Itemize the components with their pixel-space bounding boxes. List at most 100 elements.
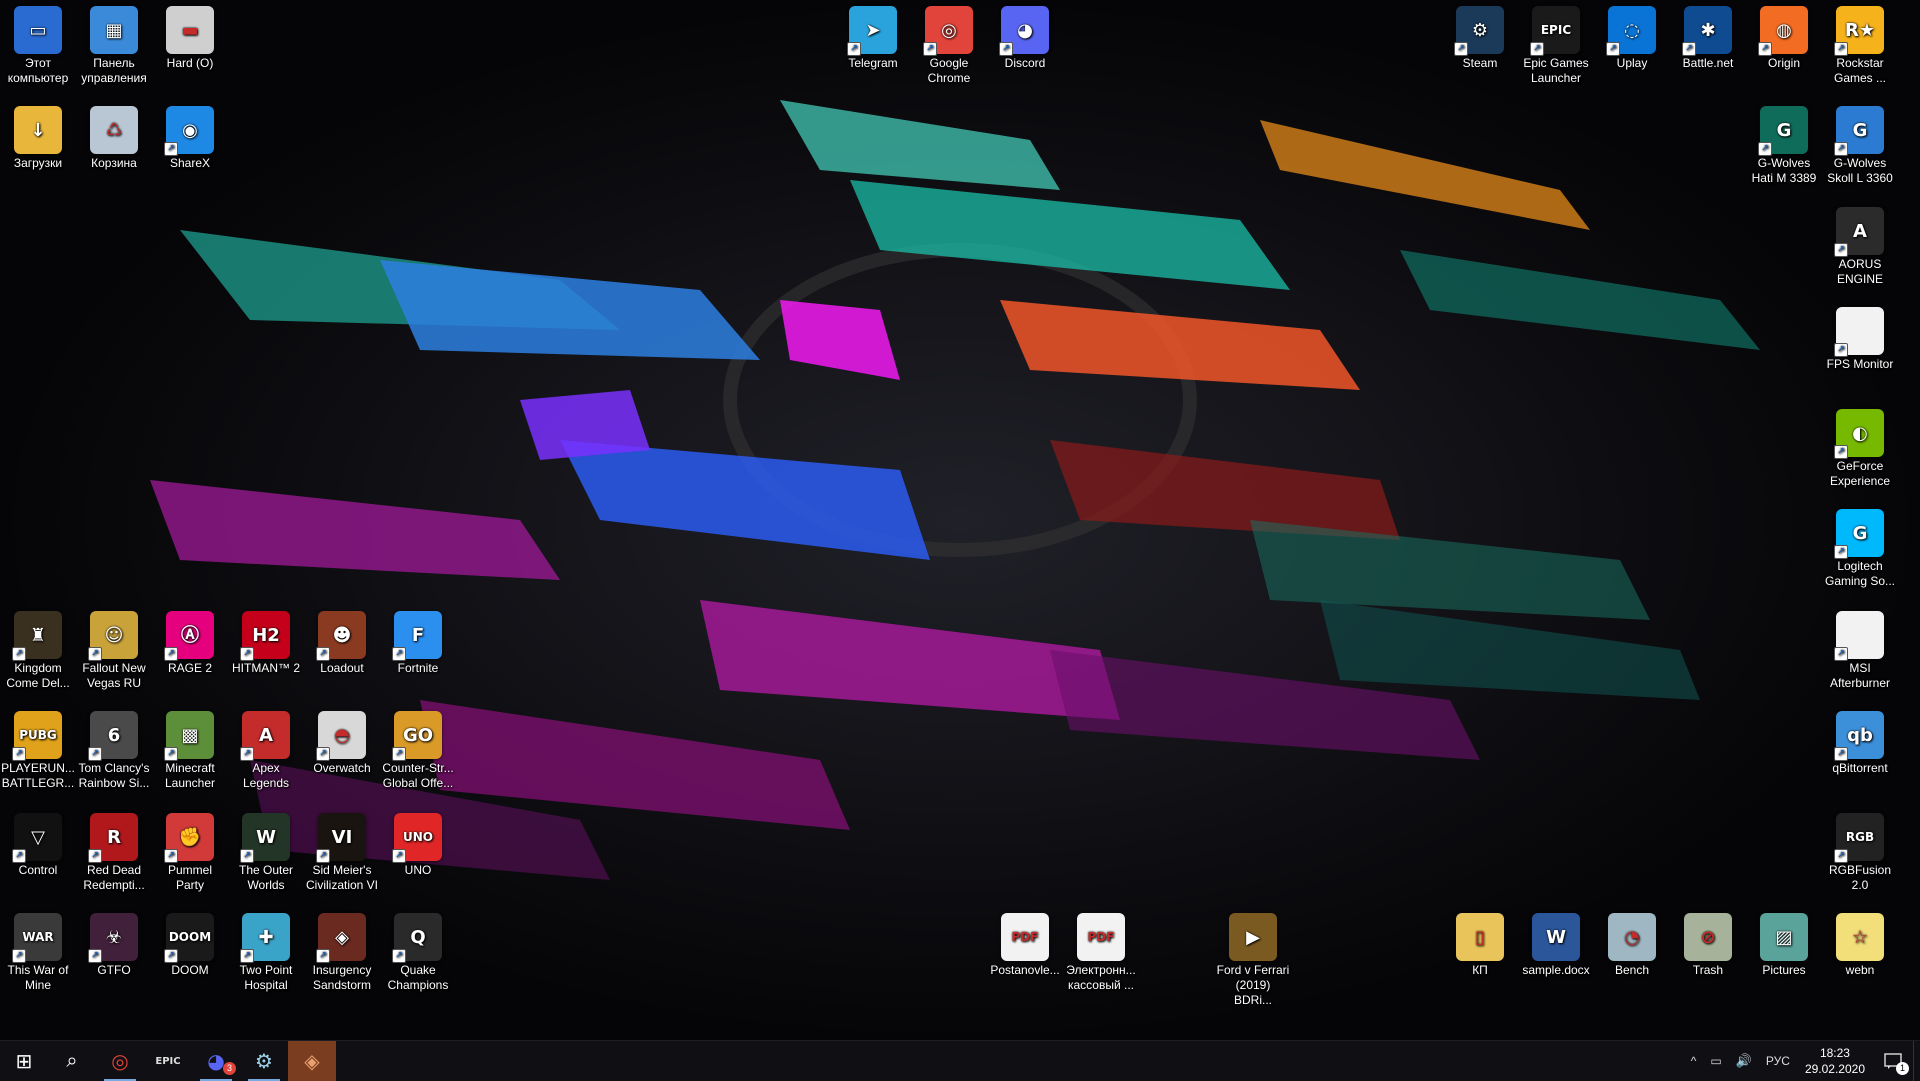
label-line-1: Control <box>18 863 58 877</box>
desktop-icon-control-panel[interactable]: ▦ Панель управления <box>76 6 152 86</box>
desktop-icon-hitman2[interactable]: H2 ↗ HITMAN™ 2 <box>228 611 304 676</box>
desktop-icon-kp-folder[interactable]: ▯ КП <box>1442 913 1518 978</box>
search-button[interactable]: ⌕ <box>48 1041 96 1081</box>
desktop-icon-control[interactable]: ▽ ↗ Control <box>0 813 76 878</box>
label-line-1: ShareX <box>169 156 211 170</box>
desktop-icon-minecraft[interactable]: ▩ ↗ Minecraft Launcher <box>152 711 228 791</box>
clock-date: 29.02.2020 <box>1804 1062 1865 1076</box>
desktop-icon-telegram[interactable]: ➤ ↗ Telegram <box>835 6 911 71</box>
desktop-icon-rainbow-six[interactable]: 6 ↗ Tom Clancy's Rainbow Si... <box>76 711 152 791</box>
taskbar-app-chrome[interactable]: ◎ <box>96 1041 144 1081</box>
desktop-icon-fps-monitor[interactable]: ↗ FPS Monitor <box>1822 307 1898 372</box>
uno-icon: UNO ↗ <box>392 813 442 863</box>
msi-afterburner-icon: ↗ <box>1834 611 1884 661</box>
shortcut-arrow-icon: ↗ <box>392 647 406 661</box>
desktop-icon-steam[interactable]: ⚙ ↗ Steam <box>1442 6 1518 71</box>
desktop-icon-pummel-party[interactable]: ✊ ↗ Pummel Party <box>152 813 228 893</box>
trash-icon: ⊘ <box>1684 913 1732 961</box>
desktop-icon-geforce-experience[interactable]: ◐ ↗ GeForce Experience <box>1822 409 1898 489</box>
desktop-icon-gwolves-hati[interactable]: G ↗ G-Wolves Hati M 3389 <box>1746 106 1822 186</box>
desktop-icon-ford-v-ferrari[interactable]: ▶ Ford v Ferrari (2019) BDRi... <box>1215 913 1291 1008</box>
desktop-icon-kingdom-come[interactable]: ♜ ↗ Kingdom Come Del... <box>0 611 76 691</box>
desktop-icon-rdr2[interactable]: R ↗ Red Dead Redempti... <box>76 813 152 893</box>
desktop-icon-sample-docx[interactable]: Wsample.docx <box>1518 913 1594 978</box>
desktop-icon-rgbfusion[interactable]: RGB ↗ RGBFusion 2.0 <box>1822 813 1898 893</box>
quake-champions-icon: Q ↗ <box>392 913 442 963</box>
desktop-icon-this-pc[interactable]: ▭ Этот компьютер <box>0 6 76 86</box>
desktop-icon-pubg[interactable]: PUBG ↗ PLAYERUN... BATTLEGR... <box>0 711 76 791</box>
desktop-icon-battlenet[interactable]: ✱ ↗ Battle.net <box>1670 6 1746 71</box>
desktop-icon-rage2[interactable]: Ⓐ ↗ RAGE 2 <box>152 611 228 676</box>
shortcut-arrow-icon: ↗ <box>999 42 1013 56</box>
desktop-icon-qbittorrent[interactable]: qb ↗ qBittorrent <box>1822 711 1898 776</box>
desktop-icon-hard-drive[interactable]: ▬ Hard (O) <box>152 6 228 71</box>
taskbar-app-epic[interactable]: EPIC <box>144 1041 192 1081</box>
desktop-icon-origin[interactable]: ◍ ↗ Origin <box>1746 6 1822 71</box>
label-line-1: The Outer <box>238 863 294 877</box>
shortcut-arrow-icon: ↗ <box>392 747 406 761</box>
desktop-icon-doom[interactable]: DOOM ↗ DOOM <box>152 913 228 978</box>
network-button[interactable]: ▭ <box>1703 1041 1728 1081</box>
desktop-icon-postanovle-pdf[interactable]: PDF Postanovle... <box>987 913 1063 978</box>
desktop-icon-fortnite[interactable]: F ↗ Fortnite <box>380 611 456 676</box>
label-line-1: Google <box>929 56 969 70</box>
label-line-2: Legends <box>242 776 290 790</box>
show-hidden-icons-button[interactable]: ^ <box>1684 1041 1704 1081</box>
desktop-icon-apex[interactable]: A ↗ Apex Legends <box>228 711 304 791</box>
desktop-icon-uplay[interactable]: ◌ ↗ Uplay <box>1594 6 1670 71</box>
label-line-1: Загрузки <box>13 156 63 170</box>
desktop-icon-loadout[interactable]: ☻ ↗ Loadout <box>304 611 380 676</box>
start-button[interactable]: ⊞ <box>0 1041 48 1081</box>
taskbar-app-steam[interactable]: ⚙ <box>240 1041 288 1081</box>
desktop-icon-discord[interactable]: ◕ ↗ Discord <box>987 6 1063 71</box>
desktop-icon-fallout-nv[interactable]: ☺ ↗ Fallout New Vegas RU <box>76 611 152 691</box>
action-center-button[interactable]: 1 <box>1873 1041 1913 1081</box>
language-indicator[interactable]: РУС <box>1759 1041 1797 1081</box>
desktop-icon-bench[interactable]: ◔ Bench <box>1594 913 1670 978</box>
desktop-icon-webn[interactable]: ☆ webn <box>1822 913 1898 978</box>
shortcut-arrow-icon: ↗ <box>392 849 406 863</box>
desktop-icon-gwolves-skoll[interactable]: G ↗ G-Wolves Skoll L 3360 <box>1822 106 1898 186</box>
desktop-icon-pictures[interactable]: ▨ Pictures <box>1746 913 1822 978</box>
clock[interactable]: 18:23 29.02.2020 <box>1797 1045 1873 1077</box>
desktop-icon-trash[interactable]: ⊘ Trash <box>1670 913 1746 978</box>
label-line-1: Logitech <box>1837 559 1883 573</box>
desktop-icon-gtfo[interactable]: ☣ ↗ GTFO <box>76 913 152 978</box>
shortcut-arrow-icon: ↗ <box>164 142 178 156</box>
desktop-icon-downloads[interactable]: ↓ Загрузки <box>0 106 76 171</box>
desktop-icon-label: Quake Champions <box>380 963 456 993</box>
desktop-icon-epic-games[interactable]: EPIC ↗ Epic Games Launcher <box>1518 6 1594 86</box>
label-line-2: Sandstorm <box>312 978 372 992</box>
desktop-icon-sharex[interactable]: ◉ ↗ ShareX <box>152 106 228 171</box>
desktop-icon-this-war-of-mine[interactable]: WAR ↗ This War of Mine <box>0 913 76 993</box>
show-desktop-button[interactable] <box>1913 1041 1920 1081</box>
desktop-icon-civ6[interactable]: VI ↗ Sid Meier's Civilization VI <box>304 813 380 893</box>
desktop-icon-elektronn-pdf[interactable]: PDF Электронн... кассовый ... <box>1063 913 1139 993</box>
label-line-1: Pummel <box>167 863 212 877</box>
desktop-icon-recycle-bin[interactable]: ♺ Корзина <box>76 106 152 171</box>
desktop-icon-quake-champions[interactable]: Q ↗ Quake Champions <box>380 913 456 993</box>
label-line-1: Postanovle... <box>990 963 1060 977</box>
label-line-2: Skoll L 3360 <box>1827 171 1893 185</box>
desktop-icon-label: Этот компьютер <box>0 56 76 86</box>
desktop-icon-label: Epic Games Launcher <box>1518 56 1594 86</box>
shortcut-arrow-icon: ↗ <box>1834 849 1848 863</box>
taskbar-app-insurgency[interactable]: ◈ <box>288 1041 336 1081</box>
desktop-icon-uno[interactable]: UNO ↗ UNO <box>380 813 456 878</box>
desktop-icon-google-chrome[interactable]: ◎ ↗ Google Chrome <box>911 6 987 86</box>
desktop-icon-rockstar[interactable]: R★ ↗ Rockstar Games ... <box>1822 6 1898 86</box>
desktop-icon-insurgency[interactable]: ◈ ↗ Insurgency Sandstorm <box>304 913 380 993</box>
epic-games-icon: EPIC ↗ <box>1530 6 1580 56</box>
desktop-icon-aorus-engine[interactable]: A ↗ AORUS ENGINE <box>1822 207 1898 287</box>
desktop-icon-csgo[interactable]: GO ↗ Counter-Str... Global Offe... <box>380 711 456 791</box>
desktop-icon-outer-worlds[interactable]: W ↗ The Outer Worlds <box>228 813 304 893</box>
desktop-icon-overwatch[interactable]: ◓ ↗ Overwatch <box>304 711 380 776</box>
volume-button[interactable]: 🔊 <box>1729 1041 1759 1081</box>
desktop-icon-two-point-hospital[interactable]: ✚ ↗ Two Point Hospital <box>228 913 304 993</box>
label-line-1: Tom Clancy's <box>78 761 150 775</box>
desktop-icon-logitech-gaming[interactable]: G ↗ Logitech Gaming So... <box>1822 509 1898 589</box>
label-line-1: UNO <box>404 863 432 877</box>
taskbar-app-discord[interactable]: ◕ 3 <box>192 1041 240 1081</box>
label-line-1: GTFO <box>97 963 131 977</box>
desktop-icon-msi-afterburner[interactable]: ↗ MSI Afterburner <box>1822 611 1898 691</box>
